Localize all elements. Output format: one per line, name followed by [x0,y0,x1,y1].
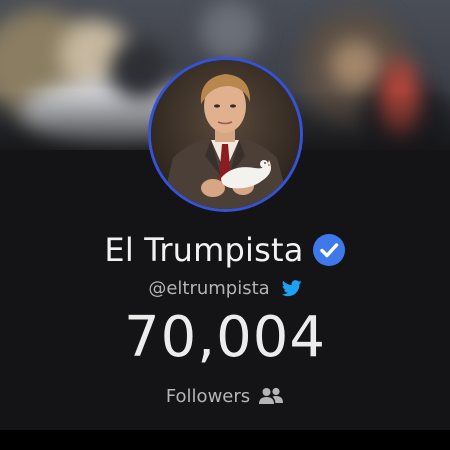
people-icon [258,387,284,405]
profile-name: El Trumpista [104,231,304,269]
twitter-bird-icon [281,279,302,297]
verified-badge-icon [312,233,346,267]
profile-handle[interactable]: @eltrumpista [148,278,269,299]
followers-label: Followers [165,385,251,407]
handle-row: @eltrumpista [0,276,450,300]
profile-card: El Trumpista @eltrumpista 70,004 Followe… [0,0,450,430]
followers-count: 70,004 [124,305,326,370]
bottom-strip [0,430,450,450]
name-row: El Trumpista [0,228,450,272]
avatar-portrait-image [151,60,300,209]
profile-avatar[interactable] [148,57,303,212]
followers-row: Followers [0,384,450,408]
